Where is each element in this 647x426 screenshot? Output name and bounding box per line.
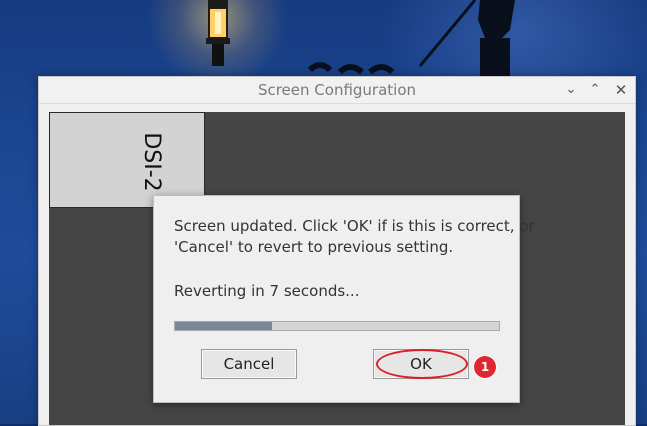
lantern-image [206,0,230,66]
window-title: Screen Configuration [257,81,417,99]
monitor-tile-dsi-2[interactable]: DSI-2 [49,112,205,208]
close-icon[interactable]: ✕ [611,80,631,100]
chevron-down-icon[interactable]: ⌄ [561,80,581,100]
revert-progress-bar [174,321,500,331]
revert-countdown-text: Reverting in 7 seconds... [174,282,360,300]
progress-fill [175,322,273,330]
window-titlebar[interactable]: Screen Configuration ⌄ ⌃ ✕ [39,77,635,104]
dialog-message-line-2: 'Cancel' to revert to previous setting. [174,238,454,256]
dialog-message-line-1: Screen updated. Click 'OK' if is this is… [174,217,535,235]
confirmation-dialog: Screen updated. Click 'OK' if is this is… [153,195,535,403]
step-number-badge: 1 [474,356,496,378]
boat-silhouette-image [307,0,515,76]
monitor-label: DSI-2 [139,132,164,192]
dialog-message: Screen updated. Click 'OK' if is this is… [174,216,535,258]
ok-button[interactable]: OK [373,349,469,379]
cancel-button[interactable]: Cancel [201,349,297,379]
chevron-up-icon[interactable]: ⌃ [585,80,605,100]
